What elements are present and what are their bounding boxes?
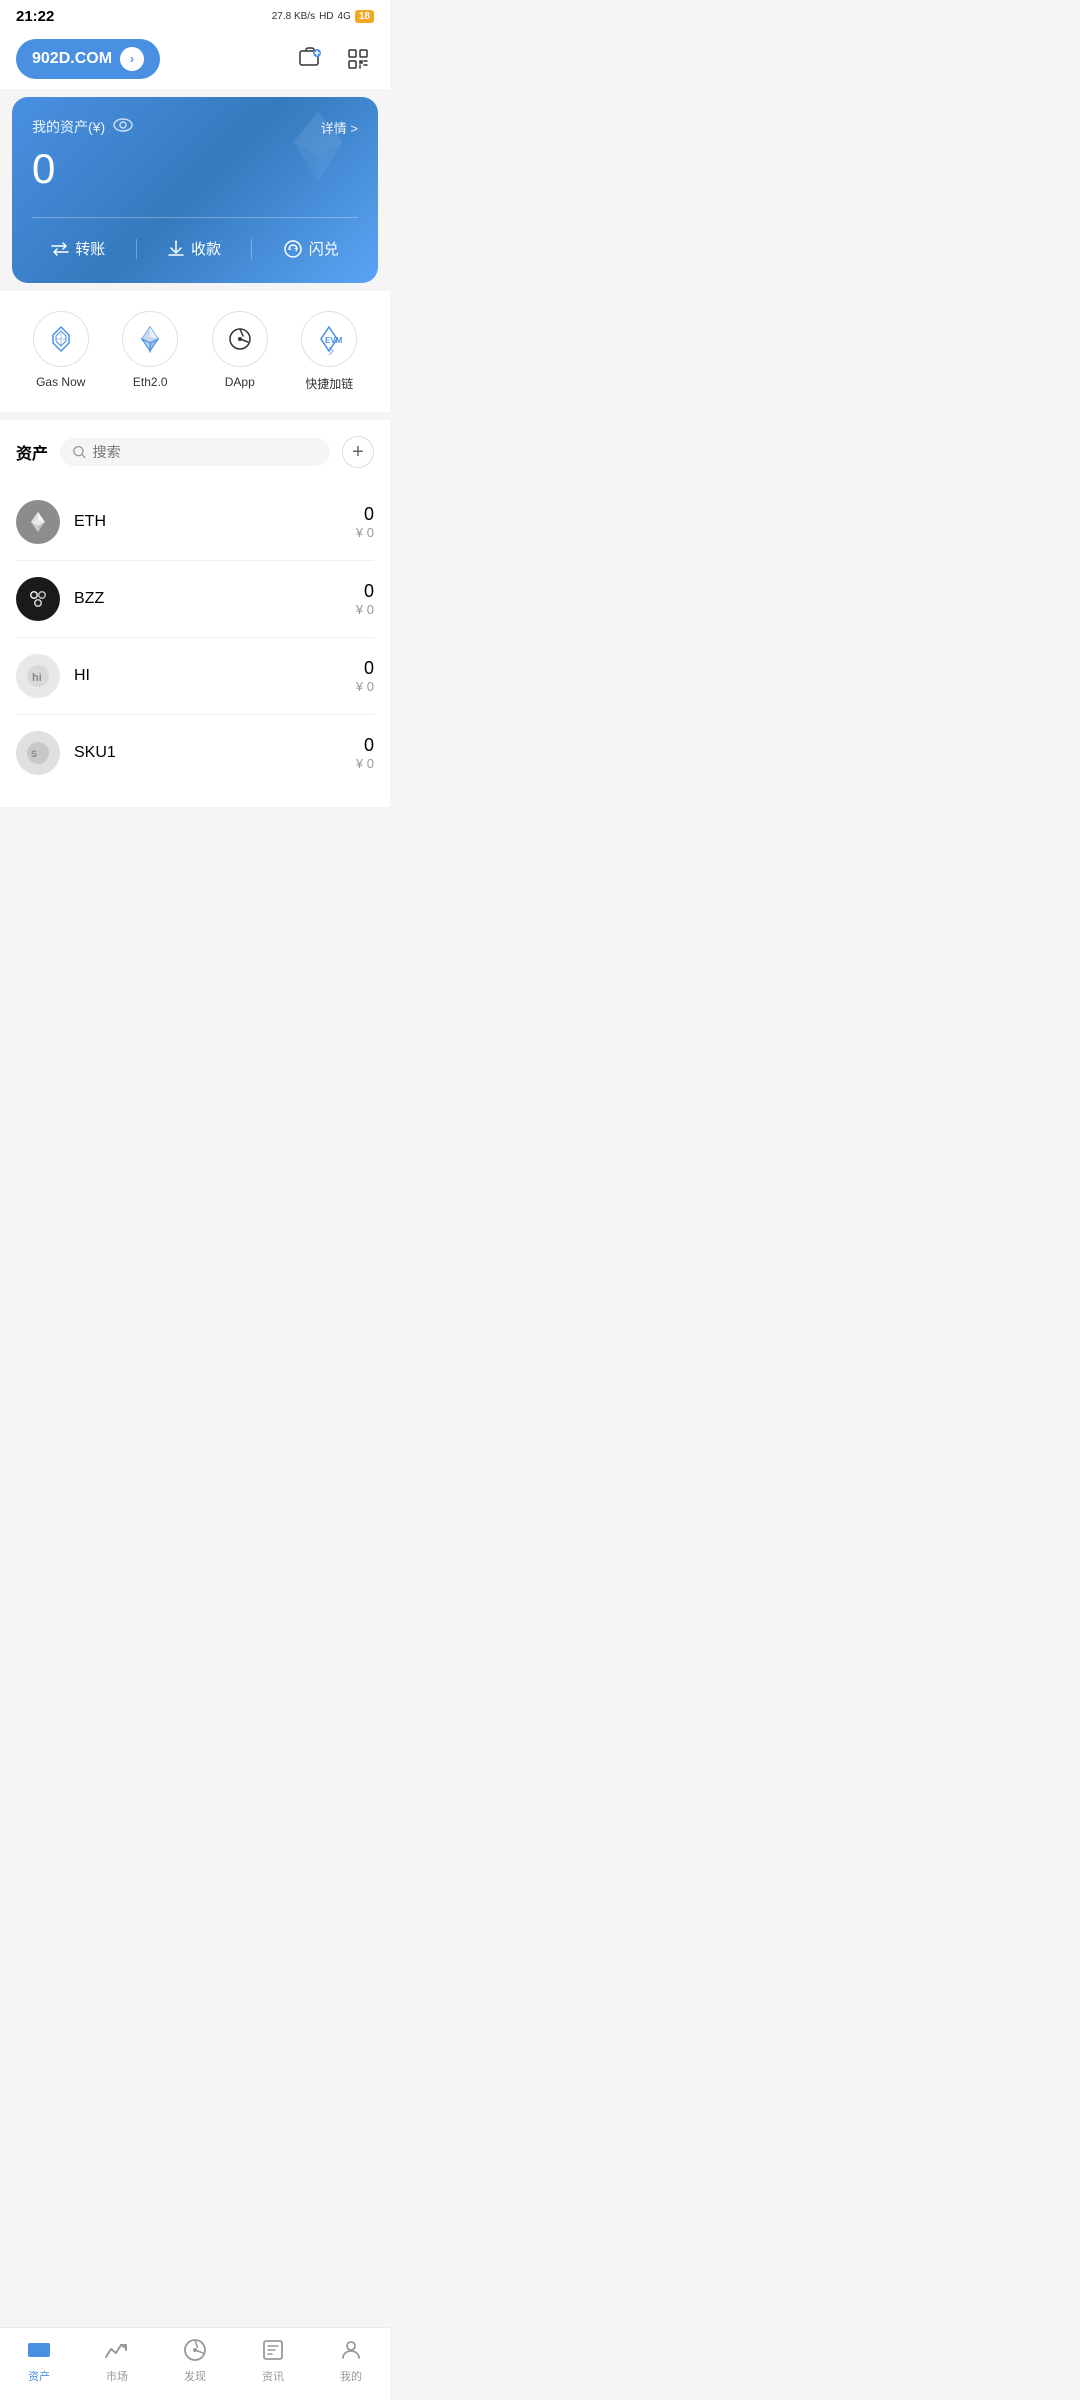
- quick-item-dapp[interactable]: DApp: [212, 311, 268, 392]
- signal-indicator: 4G: [338, 11, 351, 22]
- exchange-button[interactable]: 闪兑: [275, 234, 347, 263]
- token-item-hi[interactable]: hi HI 0 ¥ 0: [16, 638, 374, 715]
- bottom-nav: 资产 市场 发现: [0, 2327, 390, 2400]
- brand-label: 902D.COM: [32, 50, 112, 68]
- quick-chain-label: 快捷加链: [305, 375, 353, 392]
- asset-label-row: 我的资产(¥): [32, 117, 133, 137]
- bzz-symbol: BZZ: [74, 590, 356, 608]
- assets-section: 资产 + ETH: [0, 420, 390, 807]
- nav-item-mine[interactable]: 我的: [321, 2336, 381, 2384]
- hd-badge: HD: [319, 11, 333, 22]
- quick-item-eth2[interactable]: Eth2.0: [122, 311, 178, 392]
- status-bar: 21:22 27.8 KB/s HD 4G 18: [0, 0, 390, 29]
- bzz-icon: [16, 577, 60, 621]
- assets-title: 资产: [16, 440, 48, 464]
- eth-cny: ¥ 0: [356, 525, 374, 540]
- bzz-cny: ¥ 0: [356, 602, 374, 617]
- app-header: 902D.COM ›: [0, 29, 390, 89]
- news-nav-label: 资讯: [262, 2368, 284, 2384]
- receive-button[interactable]: 收款: [159, 234, 229, 263]
- quick-chain-icon-circle: EVM: [301, 311, 357, 367]
- hi-cny: ¥ 0: [356, 679, 374, 694]
- sku1-cny: ¥ 0: [356, 756, 374, 771]
- mine-nav-label: 我的: [340, 2368, 362, 2384]
- quick-item-gas-now[interactable]: Gas Now: [33, 311, 89, 392]
- token-item-bzz[interactable]: BZZ 0 ¥ 0: [16, 561, 374, 638]
- exchange-label: 闪兑: [309, 238, 339, 259]
- eth-balance: 0 ¥ 0: [356, 504, 374, 540]
- mine-nav-icon: [337, 2336, 365, 2364]
- assets-nav-label: 资产: [28, 2368, 50, 2384]
- action-row: 转账 收款 闪兑: [32, 217, 358, 263]
- discover-nav-icon: [181, 2336, 209, 2364]
- brand-arrow-icon: ›: [120, 47, 144, 71]
- market-nav-icon: [103, 2336, 131, 2364]
- svg-text:S: S: [31, 749, 37, 759]
- nav-item-market[interactable]: 市场: [87, 2336, 147, 2384]
- status-time: 21:22: [16, 8, 54, 25]
- nav-item-assets[interactable]: 资产: [9, 2336, 69, 2384]
- add-wallet-button[interactable]: [294, 43, 326, 75]
- add-asset-button[interactable]: +: [342, 436, 374, 468]
- sku1-amount: 0: [356, 735, 374, 756]
- hi-icon: hi: [16, 654, 60, 698]
- transfer-label: 转账: [75, 238, 105, 259]
- assets-nav-icon: [25, 2336, 53, 2364]
- dapp-label: DApp: [225, 375, 255, 389]
- bzz-amount: 0: [356, 581, 374, 602]
- receive-label: 收款: [191, 238, 221, 259]
- news-nav-icon: [259, 2336, 287, 2364]
- transfer-button[interactable]: 转账: [43, 234, 113, 263]
- quick-item-quick-chain[interactable]: EVM 快捷加链: [301, 311, 357, 392]
- sku1-icon: S: [16, 731, 60, 775]
- action-divider-2: [251, 239, 252, 259]
- nav-item-discover[interactable]: 发现: [165, 2336, 225, 2384]
- asset-label-text: 我的资产(¥): [32, 117, 105, 137]
- assets-header: 资产 +: [16, 436, 374, 468]
- hi-symbol: HI: [74, 667, 356, 685]
- nav-item-news[interactable]: 资讯: [243, 2336, 303, 2384]
- brand-button[interactable]: 902D.COM ›: [16, 39, 160, 79]
- eth-amount: 0: [356, 504, 374, 525]
- eth2-icon-circle: [122, 311, 178, 367]
- search-icon: [72, 444, 87, 460]
- status-icons: 27.8 KB/s HD 4G 18: [272, 10, 374, 23]
- eth-icon: [16, 500, 60, 544]
- dapp-icon-circle: [212, 311, 268, 367]
- svg-text:hi: hi: [32, 672, 42, 684]
- eye-icon[interactable]: [113, 118, 133, 137]
- search-input[interactable]: [93, 444, 318, 460]
- svg-text:EVM: EVM: [325, 336, 343, 345]
- gas-now-label: Gas Now: [36, 375, 85, 389]
- action-divider-1: [136, 239, 137, 259]
- quick-access-row: Gas Now Eth2.0 DApp: [0, 291, 390, 412]
- battery-icon: 18: [355, 10, 374, 23]
- header-icons: [294, 43, 374, 75]
- scan-button[interactable]: [342, 43, 374, 75]
- gas-now-icon-circle: [33, 311, 89, 367]
- eth-watermark-icon: [278, 107, 358, 192]
- eth2-label: Eth2.0: [133, 375, 168, 389]
- token-item-eth[interactable]: ETH 0 ¥ 0: [16, 484, 374, 561]
- discover-nav-label: 发现: [184, 2368, 206, 2384]
- sku1-balance: 0 ¥ 0: [356, 735, 374, 771]
- hi-amount: 0: [356, 658, 374, 679]
- sku1-symbol: SKU1: [74, 744, 356, 762]
- search-bar[interactable]: [60, 438, 330, 466]
- hi-balance: 0 ¥ 0: [356, 658, 374, 694]
- token-list: ETH 0 ¥ 0 BZZ 0 ¥ 0: [16, 484, 374, 791]
- bzz-balance: 0 ¥ 0: [356, 581, 374, 617]
- eth-symbol: ETH: [74, 513, 356, 531]
- asset-card: 我的资产(¥) 详情 > 0 转账: [12, 97, 378, 283]
- market-nav-label: 市场: [106, 2368, 128, 2384]
- token-item-sku1[interactable]: S SKU1 0 ¥ 0: [16, 715, 374, 791]
- speed-indicator: 27.8 KB/s: [272, 11, 315, 22]
